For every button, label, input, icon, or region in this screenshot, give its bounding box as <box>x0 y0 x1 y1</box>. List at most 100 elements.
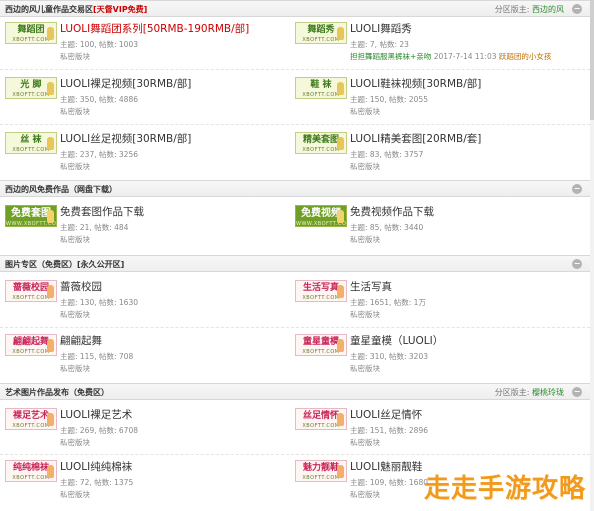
forum-cell: 舞蹈秀 XBOFTT.COM LUOLI舞蹈秀 主题: 7, 帖数: 23 担担舞… <box>290 22 580 74</box>
forum-name-link[interactable]: LUOLI精美套图[20RMB/套] <box>350 132 481 146</box>
forum-stats: 主题: 115, 帖数: 708 <box>60 352 134 361</box>
section-title[interactable]: 艺术图片作品发布（免费区） <box>5 387 109 398</box>
forum-logo-image[interactable]: 舞蹈团 XBOFTT.COM <box>5 22 57 44</box>
forum-name-link[interactable]: LUOLI丝足视频[30RMB/部] <box>60 132 191 146</box>
forum-private-label: 私密版块 <box>60 107 90 116</box>
last-post-user[interactable]: 跃蹈团的小女孩 <box>499 52 552 61</box>
forum-stats: 主题: 350, 帖数: 4886 <box>60 95 138 104</box>
forum-logo-image[interactable]: 光 脚 XBOFTT.COM <box>5 77 57 99</box>
forum-private-label: 私密版块 <box>60 490 90 499</box>
collapse-icon[interactable]: − <box>572 259 582 269</box>
forum-stats: 主题: 1651, 帖数: 1万 <box>350 298 426 307</box>
forum-private-label: 私密版块 <box>60 438 90 447</box>
forum-private-label: 私密版块 <box>350 107 380 116</box>
forum-cell: 舞蹈团 XBOFTT.COM LUOLI舞蹈团系列[50RMB-190RMB/部]… <box>0 22 290 74</box>
forum-logo-image[interactable]: 童星童模 XBOFTT.COM <box>295 334 347 356</box>
forum-cell: 翩翩起舞 XBOFTT.COM 翩翩起舞 主题: 115, 帖数: 708 私密版… <box>0 334 290 386</box>
forum-stats: 主题: 109, 帖数: 1680 <box>350 478 428 487</box>
forum-name-link[interactable]: 翩翩起舞 <box>60 334 102 348</box>
forum-logo-image[interactable]: 鞋 袜 XBOFTT.COM <box>295 77 347 99</box>
forum-name-link[interactable]: LUOLI鞋袜视频[30RMB/部] <box>350 77 481 91</box>
section-header-pictures: 图片专区（免费区）[永久公开区] − <box>0 255 590 272</box>
forum-last-post: 担担舞蹈服黑裤袜+亲吻 2017-7-14 11:03 跃蹈团的小女孩 <box>350 52 552 61</box>
forum-cell: 生活写真 XBOFTT.COM 生活写真 主题: 1651, 帖数: 1万 私密版… <box>290 280 580 332</box>
forum-private-label: 私密版块 <box>60 52 90 61</box>
forum-private-label: 私密版块 <box>60 162 90 171</box>
row-divider <box>0 327 590 328</box>
forum-logo-image[interactable]: 舞蹈秀 XBOFTT.COM <box>295 22 347 44</box>
forum-private-label: 私密版块 <box>350 235 380 244</box>
forum-logo-image[interactable]: 免费套图 WWW.XBOFTT.COM <box>5 205 57 227</box>
forum-name-link[interactable]: 生活写真 <box>350 280 392 294</box>
row-divider <box>0 454 590 455</box>
forum-private-label: 私密版块 <box>60 235 90 244</box>
forum-cell: 丝足情怀 XBOFTT.COM LUOLI丝足情怀 主题: 151, 帖数: 28… <box>290 408 580 460</box>
forum-name-link[interactable]: LUOLI舞蹈团系列[50RMB-190RMB/部] <box>60 22 249 36</box>
forum-cell: 鞋 袜 XBOFTT.COM LUOLI鞋袜视频[30RMB/部] 主题: 150… <box>290 77 580 129</box>
last-post-link[interactable]: 担担舞蹈服黑裤袜+亲吻 <box>350 52 431 61</box>
forum-logo-image[interactable]: 翩翩起舞 XBOFTT.COM <box>5 334 57 356</box>
forum-name-link[interactable]: 免费视频作品下载 <box>350 205 434 219</box>
forum-name-link[interactable]: 童星童模（LUOLI） <box>350 334 443 348</box>
forum-stats: 主题: 72, 帖数: 1375 <box>60 478 134 487</box>
forum-stats: 主题: 310, 帖数: 3203 <box>350 352 428 361</box>
forum-name-link[interactable]: 蔷薇校园 <box>60 280 102 294</box>
forum-stats: 主题: 21, 帖数: 484 <box>60 223 129 232</box>
forum-name-link[interactable]: LUOLI舞蹈秀 <box>350 22 412 36</box>
forum-logo-image[interactable]: 纯纯棉袜 XBOFTT.COM <box>5 460 57 482</box>
forum-stats: 主题: 237, 帖数: 3256 <box>60 150 138 159</box>
section-moderator: 分区版主: 西边的风 <box>494 5 564 14</box>
forum-logo-image[interactable]: 免费视频 WWW.XBOFTT.COM <box>295 205 347 227</box>
forum-cell: 免费套图 WWW.XBOFTT.COM 免费套图作品下载 主题: 21, 帖数: … <box>0 205 290 257</box>
forum-stats: 主题: 100, 帖数: 1003 <box>60 40 138 49</box>
forum-logo-image[interactable]: 丝 袜 XBOFTT.COM <box>5 132 57 154</box>
forum-name-link[interactable]: LUOLI裸足艺术 <box>60 408 132 422</box>
forum-logo-image[interactable]: 魅力靓鞋 XBOFTT.COM <box>295 460 347 482</box>
forum-private-label: 私密版块 <box>350 438 380 447</box>
scrollbar-thumb[interactable] <box>590 0 594 120</box>
row-divider <box>0 124 590 125</box>
forum-private-label: 私密版块 <box>60 310 90 319</box>
collapse-icon[interactable]: − <box>572 4 582 14</box>
collapse-icon[interactable]: − <box>572 387 582 397</box>
forum-logo-image[interactable]: 蔷薇校园 XBOFTT.COM <box>5 280 57 302</box>
collapse-icon[interactable]: − <box>572 184 582 194</box>
forum-logo-image[interactable]: 精美套图 XBOFTT.COM <box>295 132 347 154</box>
section-title[interactable]: 西边的风儿童作品交易区[天督VIP免费] <box>5 4 147 15</box>
section-title[interactable]: 西边的风免费作品（网盘下载） <box>5 184 117 195</box>
row-divider <box>0 69 590 70</box>
forum-private-label: 私密版块 <box>350 364 380 373</box>
forum-name-link[interactable]: LUOLI丝足情怀 <box>350 408 422 422</box>
forum-logo-image[interactable]: 裸足艺术 XBOFTT.COM <box>5 408 57 430</box>
forum-logo-image[interactable]: 丝足情怀 XBOFTT.COM <box>295 408 347 430</box>
forum-cell: 蔷薇校园 XBOFTT.COM 蔷薇校园 主题: 130, 帖数: 1630 私密… <box>0 280 290 332</box>
forum-private-label: 私密版块 <box>350 162 380 171</box>
forum-cell: 光 脚 XBOFTT.COM LUOLI裸足视频[30RMB/部] 主题: 350… <box>0 77 290 129</box>
section-title[interactable]: 图片专区（免费区）[永久公开区] <box>5 259 124 270</box>
forum-cell: 精美套图 XBOFTT.COM LUOLI精美套图[20RMB/套] 主题: 83… <box>290 132 580 184</box>
moderator-link[interactable]: 西边的风 <box>532 5 564 14</box>
forum-private-label: 私密版块 <box>350 490 380 499</box>
watermark-logo: 走走手游攻略 <box>423 474 586 504</box>
forum-stats: 主题: 150, 帖数: 2055 <box>350 95 428 104</box>
forum-private-label: 私密版块 <box>60 364 90 373</box>
forum-stats: 主题: 7, 帖数: 23 <box>350 40 409 49</box>
forum-private-label: 私密版块 <box>350 310 380 319</box>
forum-name-link[interactable]: LUOLI魅丽靓鞋 <box>350 460 422 474</box>
forum-stats: 主题: 269, 帖数: 6708 <box>60 426 138 435</box>
moderator-link[interactable]: 樱桃玲珑 <box>532 388 564 397</box>
forum-cell: 免费视频 WWW.XBOFTT.COM 免费视频作品下载 主题: 85, 帖数: … <box>290 205 580 257</box>
forum-cell: 纯纯棉袜 XBOFTT.COM LUOLI纯纯棉袜 主题: 72, 帖数: 137… <box>0 460 290 511</box>
forum-stats: 主题: 83, 帖数: 3757 <box>350 150 424 159</box>
forum-stats: 主题: 85, 帖数: 3440 <box>350 223 424 232</box>
forum-cell: 童星童模 XBOFTT.COM 童星童模（LUOLI） 主题: 310, 帖数: … <box>290 334 580 386</box>
section-moderator: 分区版主: 樱桃玲珑 <box>494 388 564 397</box>
forum-name-link[interactable]: LUOLI纯纯棉袜 <box>60 460 132 474</box>
forum-logo-image[interactable]: 生活写真 XBOFTT.COM <box>295 280 347 302</box>
forum-name-link[interactable]: LUOLI裸足视频[30RMB/部] <box>60 77 191 91</box>
forum-name-link[interactable]: 免费套图作品下载 <box>60 205 144 219</box>
section-header-art: 艺术图片作品发布（免费区） 分区版主: 樱桃玲珑 − <box>0 383 590 400</box>
section-header-vip: 西边的风儿童作品交易区[天督VIP免费] 分区版主: 西边的风 − <box>0 0 590 17</box>
forum-cell: 丝 袜 XBOFTT.COM LUOLI丝足视频[30RMB/部] 主题: 237… <box>0 132 290 184</box>
forum-stats: 主题: 151, 帖数: 2896 <box>350 426 428 435</box>
